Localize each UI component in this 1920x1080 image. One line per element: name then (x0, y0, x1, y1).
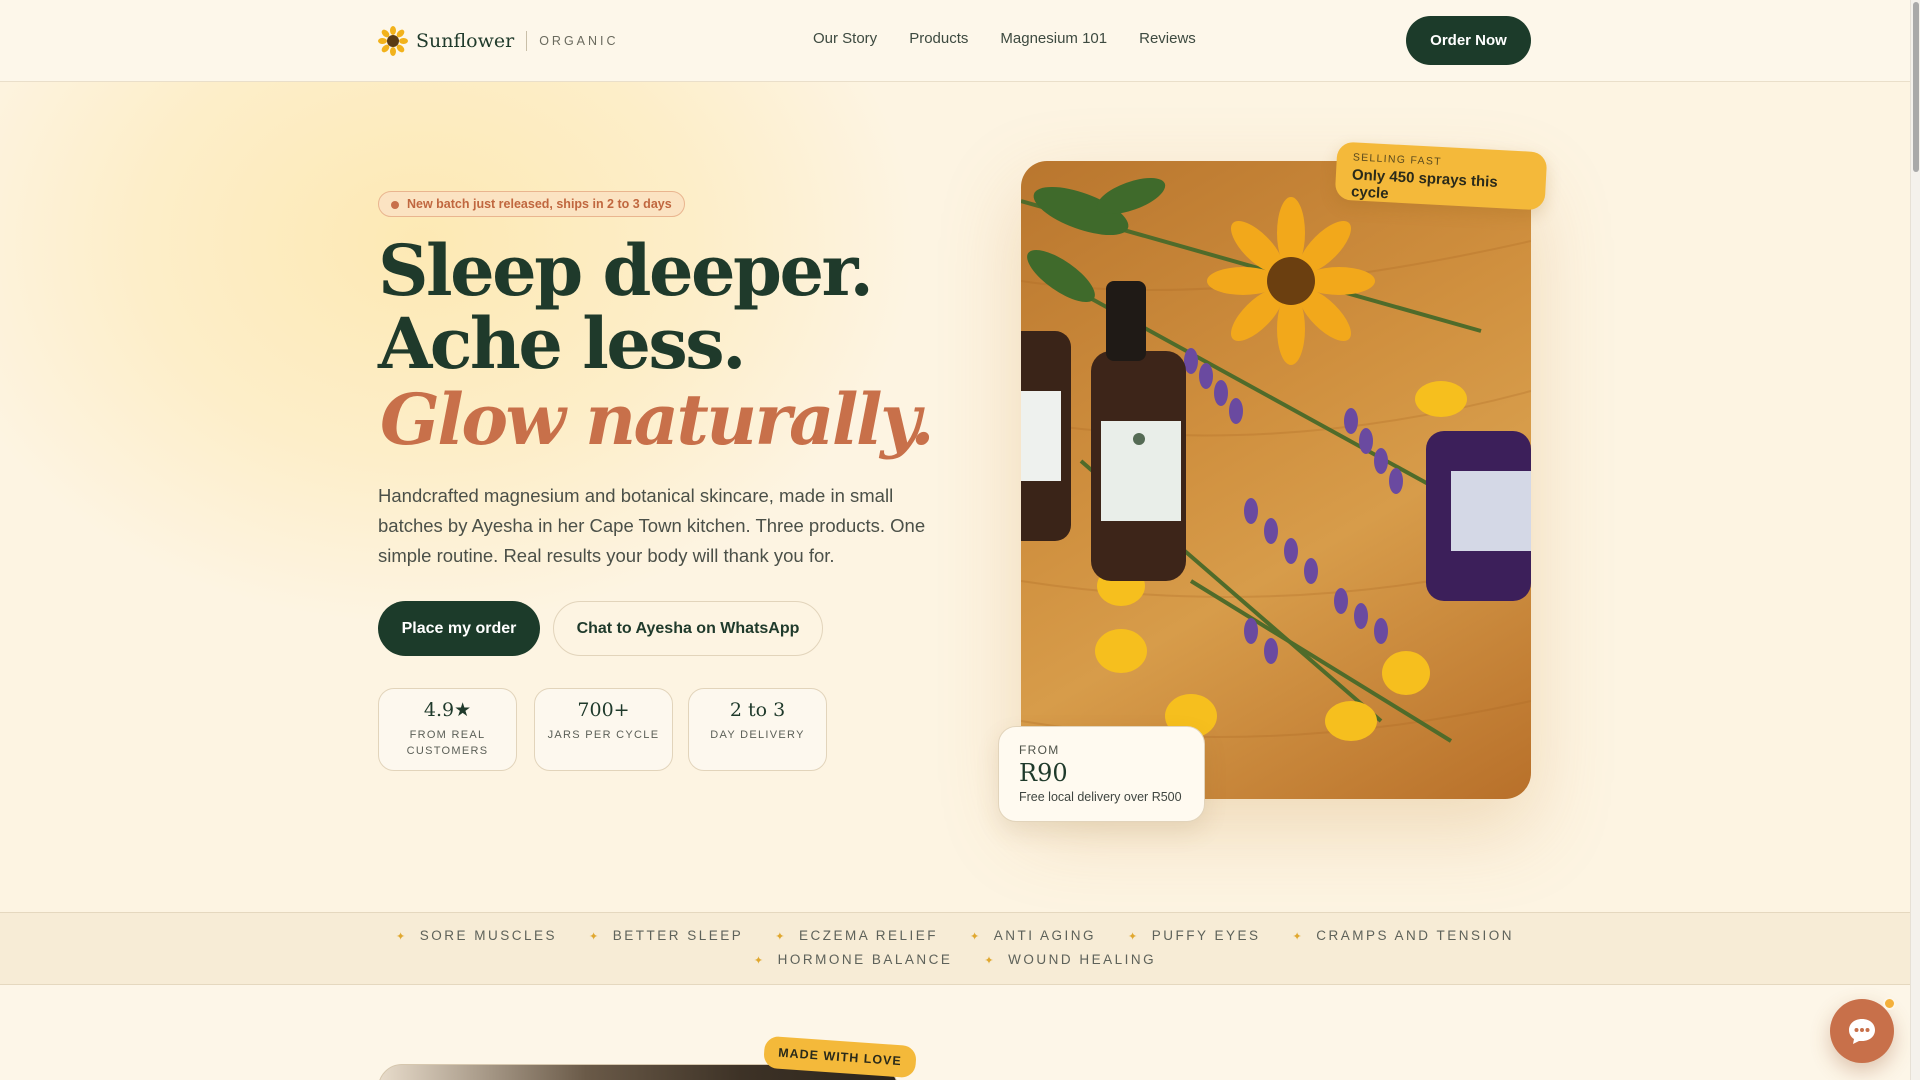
stat-value: 700+ (577, 699, 630, 721)
chat-notification-dot (1883, 997, 1896, 1010)
product-photo (1021, 161, 1531, 799)
benefits-row: SORE MUSCLES BETTER SLEEP ECZEMA RELIEF … (0, 928, 1910, 943)
brand-logo[interactable]: Sunflower ORGANIC (378, 26, 619, 56)
stat-delivery: 2 to 3 DAY DELIVERY (688, 688, 827, 771)
nav-link-products[interactable]: Products (909, 30, 968, 47)
stat-label: DAY DELIVERY (710, 729, 805, 741)
benefit-item: SORE MUSCLES (396, 928, 557, 943)
page: Sunflower ORGANIC Our Story Products Mag… (0, 0, 1910, 1080)
place-order-button[interactable]: Place my order (378, 601, 540, 656)
stat-label: JARS PER CYCLE (547, 729, 660, 741)
chat-button[interactable] (1830, 999, 1894, 1063)
nav-links: Our Story Products Magnesium 101 Reviews (813, 30, 1196, 47)
stat-label: FROM REAL CUSTOMERS (406, 729, 489, 757)
price-from-label: FROM (1019, 743, 1060, 757)
scrollbar-thumb[interactable] (1913, 2, 1919, 172)
brand-name: Sunflower (416, 30, 515, 52)
benefit-item: WOUND HEALING (984, 952, 1156, 967)
benefit-item: ECZEMA RELIEF (775, 928, 938, 943)
benefit-item: HORMONE BALANCE (754, 952, 953, 967)
stat-value: 2 to 3 (729, 699, 786, 721)
stat-rating: 4.9★ FROM REAL CUSTOMERS (378, 688, 517, 771)
brand-tag: ORGANIC (539, 34, 619, 48)
hero-headline: Sleep deeper. Ache less. (378, 229, 874, 385)
nav-link-magnesium-101[interactable]: Magnesium 101 (1000, 30, 1107, 47)
order-now-button[interactable]: Order Now (1406, 16, 1531, 65)
nav-link-our-story[interactable]: Our Story (813, 30, 877, 47)
selling-fast-tag: SELLING FAST Only 450 sprays this cycle (1334, 141, 1548, 211)
price-note: Free local delivery over R500 (1019, 790, 1182, 804)
hero-lead: Handcrafted magnesium and botanical skin… (378, 485, 926, 566)
brand-divider (526, 31, 528, 51)
nav-link-reviews[interactable]: Reviews (1139, 30, 1196, 47)
stat-value: 4.9★ (423, 699, 472, 721)
hero-headline-accent: Glow naturally. (380, 378, 935, 461)
chat-bubble-icon (1849, 1019, 1875, 1044)
sunflower-icon (378, 26, 408, 56)
benefit-item: ANTI AGING (970, 928, 1096, 943)
top-nav: Sunflower ORGANIC Our Story Products Mag… (0, 0, 1910, 82)
benefit-item: BETTER SLEEP (589, 928, 743, 943)
whatsapp-chat-button[interactable]: Chat to Ayesha on WhatsApp (553, 601, 823, 656)
benefits-row: HORMONE BALANCE WOUND HEALING (0, 952, 1910, 967)
price-card: FROM R90 Free local delivery over R500 (998, 726, 1205, 822)
benefit-item: PUFFY EYES (1128, 928, 1261, 943)
benefit-item: CRAMPS AND TENSION (1293, 928, 1515, 943)
price-value: R90 (1019, 759, 1068, 787)
new-batch-badge: New batch just released, ships in 2 to 3… (378, 191, 685, 217)
product-illustration (1021, 177, 1531, 743)
page-scrollbar[interactable] (1910, 0, 1920, 1080)
stat-jars: 700+ JARS PER CYCLE (534, 688, 673, 771)
benefits-strip: SORE MUSCLES BETTER SLEEP ECZEMA RELIEF … (0, 912, 1910, 985)
